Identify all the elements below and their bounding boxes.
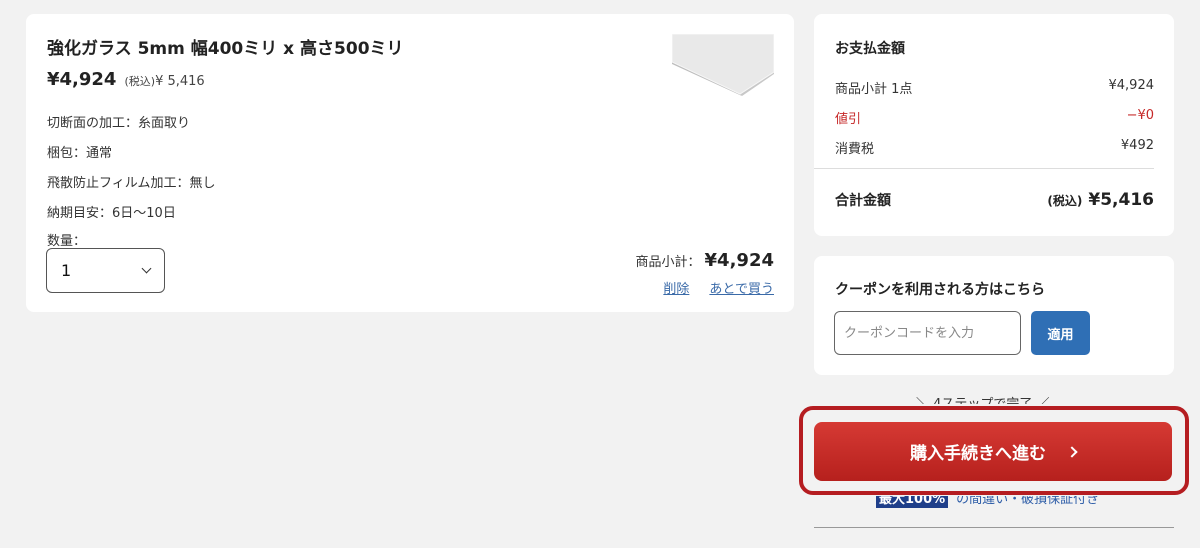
coupon-apply-button[interactable]: 適用 [1031, 311, 1090, 355]
tax-included-label: (税込) [124, 75, 156, 88]
product-price-row: ¥4,924 (税込)¥ 5,416 [47, 69, 205, 90]
product-tax-price: (税込)¥ 5,416 [124, 73, 204, 89]
product-title: 強化ガラス 5mm 幅400ミリ x 高さ500ミリ [47, 39, 404, 59]
summary-total-amount: (税込) ¥5,416 [1047, 190, 1154, 210]
guarantee-note: 最大100% の間違い・破損保証付き [876, 496, 1099, 508]
chevron-down-icon [141, 263, 152, 274]
summary-divider [814, 168, 1154, 169]
summary-total-label: 合計金額 [835, 193, 891, 209]
summary-tax-label: 消費税 [835, 142, 875, 157]
guarantee-text: の間違い・破損保証付き [956, 496, 1100, 507]
item-subtotal-label: 商品小計： [635, 255, 701, 270]
steps-note: ＼ 4ステップで完了 ／ [916, 394, 1050, 404]
save-for-later-link[interactable]: あとで買う [709, 278, 774, 297]
spec-edge-processing: 切断面の加工：糸面取り [47, 116, 191, 131]
summary-total-tax-label: (税込) [1047, 194, 1083, 208]
summary-row-tax: 消費税 ¥492 [835, 138, 1154, 157]
summary-discount-value: −¥0 [1126, 108, 1154, 123]
summary-row-subtotal: 商品小計 1点 ¥4,924 [835, 78, 1154, 97]
summary-total-value: ¥5,416 [1088, 190, 1154, 210]
item-subtotal-value: ¥4,924 [704, 250, 774, 271]
summary-title: お支払金額 [835, 41, 905, 57]
delete-link[interactable]: 削除 [663, 278, 689, 297]
quantity-value: 1 [61, 261, 72, 280]
tax-included-price: ¥ 5,416 [155, 74, 205, 89]
spec-packaging: 梱包：通常 [47, 146, 113, 161]
bottom-divider [814, 527, 1174, 528]
checkout-button-label: 購入手続きへ進む [910, 444, 1046, 464]
summary-subtotal-label: 商品小計 1点 [835, 82, 913, 97]
summary-discount-label: 値引 [835, 112, 862, 127]
coupon-title: クーポンを利用される方はこちら [835, 282, 1045, 298]
item-actions: 削除 あとで買う [663, 278, 774, 297]
chevron-right-icon [1066, 445, 1078, 458]
summary-tax-value: ¥492 [1120, 138, 1154, 153]
quantity-label: 数量： [47, 234, 87, 249]
coupon-code-input[interactable] [834, 311, 1021, 355]
summary-total: 合計金額 (税込) ¥5,416 [835, 190, 1154, 210]
item-subtotal: 商品小計： ¥4,924 [636, 250, 774, 271]
glass-panel-image [672, 34, 774, 96]
spec-delivery: 納期目安：6日～10日 [47, 206, 176, 221]
payment-summary-card: お支払金額 商品小計 1点 ¥4,924 値引 −¥0 消費税 ¥492 合計金… [814, 14, 1174, 236]
guarantee-badge: 最大100% [876, 496, 949, 508]
coupon-card: クーポンを利用される方はこちら 適用 [814, 256, 1174, 375]
spec-film: 飛散防止フィルム加工：無し [47, 176, 216, 191]
summary-subtotal-value: ¥4,924 [1108, 78, 1155, 93]
summary-row-discount: 値引 −¥0 [835, 108, 1154, 127]
proceed-to-checkout-button[interactable]: 購入手続きへ進む [814, 422, 1172, 481]
cart-item-card: 強化ガラス 5mm 幅400ミリ x 高さ500ミリ ¥4,924 (税込)¥ … [26, 14, 794, 312]
quantity-select[interactable]: 1 [46, 248, 165, 293]
product-price: ¥4,924 [47, 69, 117, 90]
